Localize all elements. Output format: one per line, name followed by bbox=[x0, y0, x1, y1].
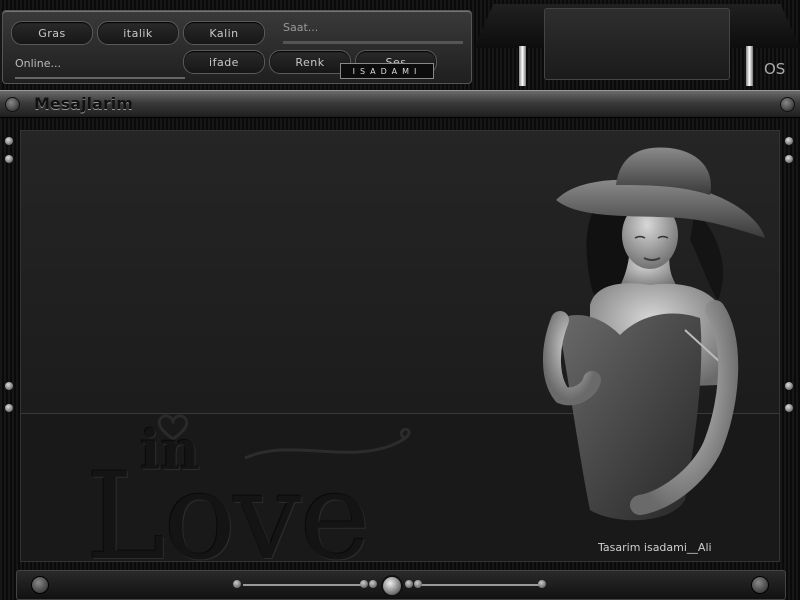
color-button[interactable]: Renk bbox=[269, 50, 351, 74]
slider-track-left[interactable] bbox=[243, 584, 365, 586]
bold-button[interactable]: Gras bbox=[11, 21, 93, 45]
nav-dot[interactable] bbox=[369, 580, 377, 588]
screw-icon bbox=[785, 155, 793, 163]
screw-icon bbox=[5, 155, 13, 163]
brand-badge: ISADAMI bbox=[340, 63, 434, 79]
screw-icon bbox=[5, 137, 13, 145]
center-control-knob[interactable] bbox=[381, 575, 403, 597]
bottom-knob-left[interactable] bbox=[31, 576, 49, 594]
display-screen bbox=[544, 8, 730, 80]
light-pillar-left bbox=[519, 46, 526, 86]
screw-icon bbox=[785, 137, 793, 145]
screw-icon bbox=[785, 382, 793, 390]
banner-love-text: Love bbox=[86, 448, 371, 587]
screw-icon bbox=[5, 404, 13, 412]
title-knob-right[interactable] bbox=[780, 97, 795, 112]
title-bar: Mesajlarim bbox=[0, 90, 800, 118]
online-status: Online... bbox=[15, 57, 185, 79]
nav-dot[interactable] bbox=[405, 580, 413, 588]
nav-dot[interactable] bbox=[360, 580, 368, 588]
screw-icon bbox=[785, 404, 793, 412]
woman-in-hat-illustration bbox=[543, 147, 765, 521]
bottom-knob-right[interactable] bbox=[751, 576, 769, 594]
slider-end-dot bbox=[233, 580, 241, 588]
light-pillar-right bbox=[746, 46, 753, 86]
corner-logo: OS bbox=[764, 60, 786, 78]
emoticon-button[interactable]: ifade bbox=[183, 50, 265, 74]
slider-track-right[interactable] bbox=[421, 584, 543, 586]
designer-credit: Tasarim isadami__Ali bbox=[598, 541, 712, 554]
bold-alt-button[interactable]: Kalin bbox=[183, 21, 265, 45]
italic-button[interactable]: italik bbox=[97, 21, 179, 45]
screw-icon bbox=[5, 382, 13, 390]
nav-dot[interactable] bbox=[414, 580, 422, 588]
slider-end-dot bbox=[538, 580, 546, 588]
clock-display: Saat... bbox=[283, 21, 463, 44]
title-knob-left[interactable] bbox=[5, 97, 20, 112]
page-title: Mesajlarim bbox=[34, 94, 133, 113]
